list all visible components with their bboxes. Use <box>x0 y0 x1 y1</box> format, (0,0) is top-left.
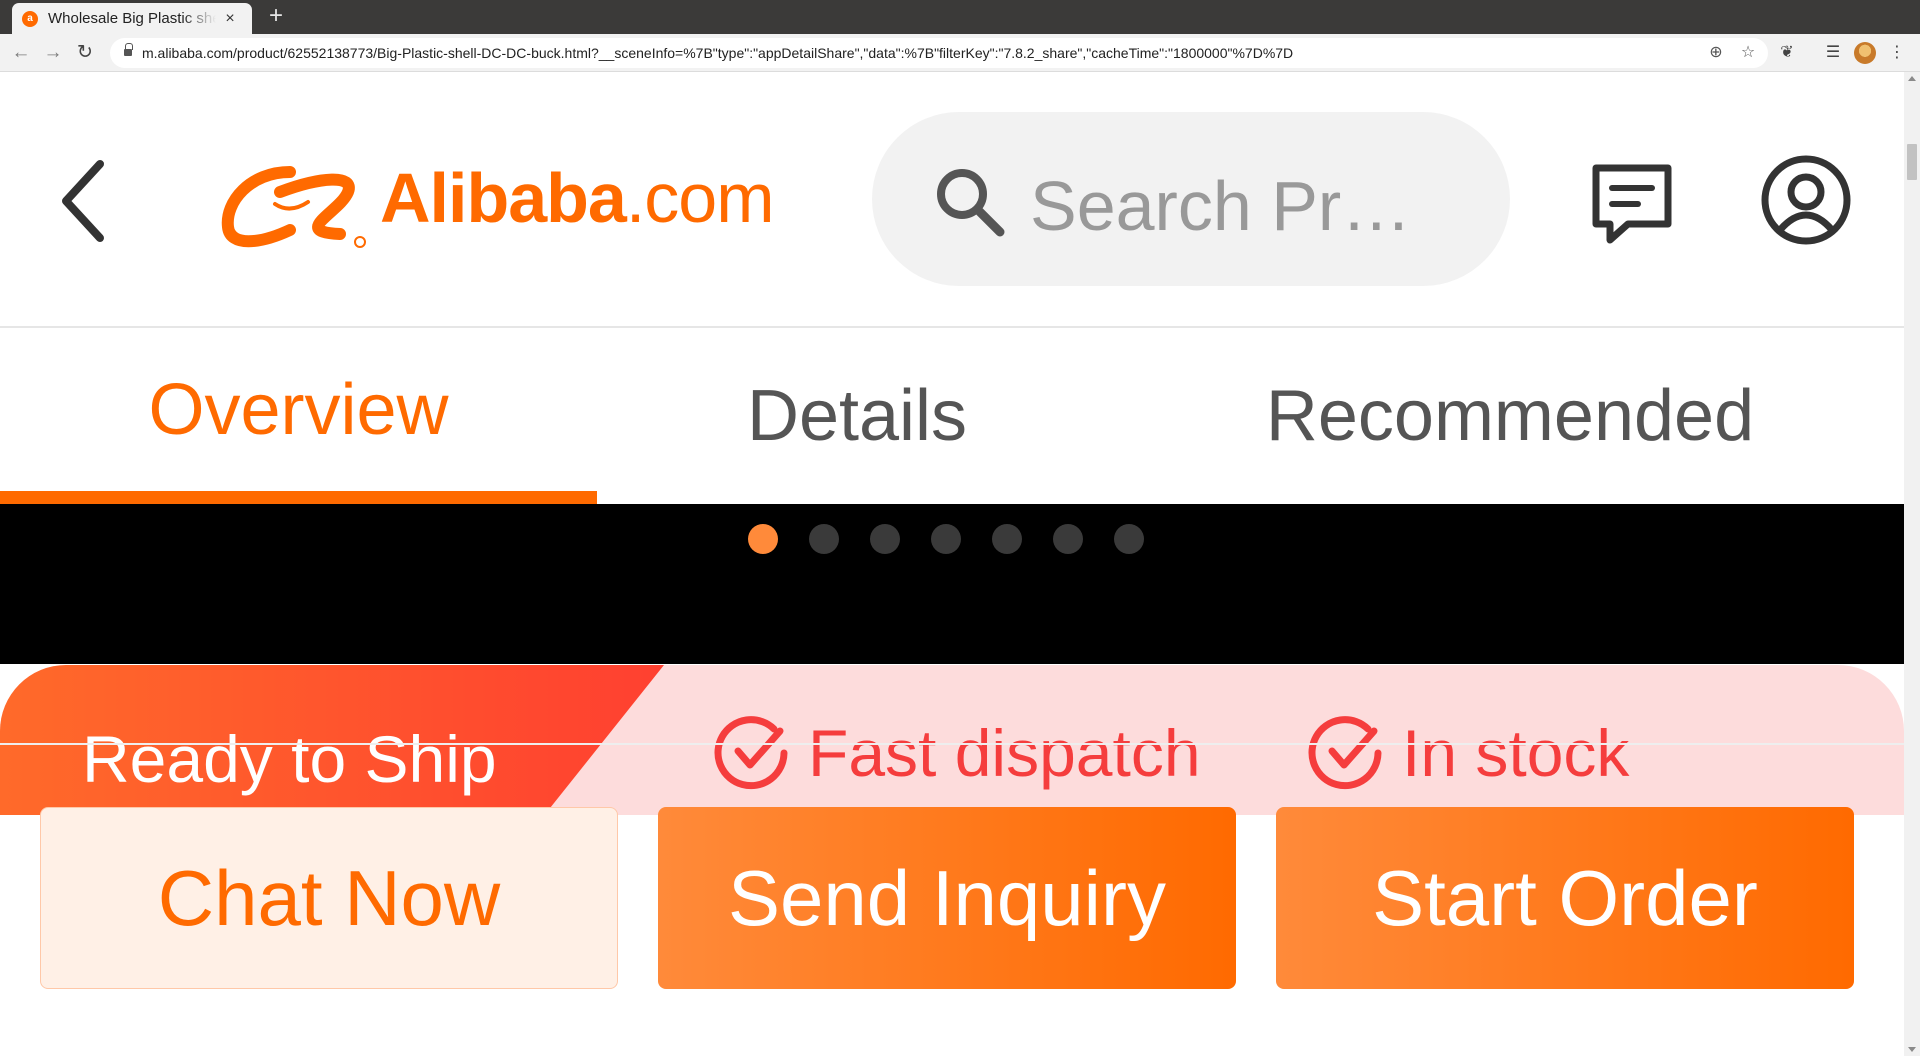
chat-now-button[interactable]: Chat Now <box>40 807 618 989</box>
browser-tab-bar: a Wholesale Big Plastic shell DC-DC buck… <box>0 0 1920 34</box>
search-placeholder: Search Pr… <box>1030 167 1412 245</box>
forward-arrow-icon[interactable]: → <box>42 42 64 64</box>
carousel-dot[interactable] <box>748 524 778 554</box>
alibaba-wordmark: Alibaba.com <box>380 158 775 238</box>
profile-avatar[interactable] <box>1854 42 1876 64</box>
reading-list-icon[interactable]: ☰ <box>1822 42 1844 64</box>
feature-fast-dispatch: Fast dispatch <box>714 715 1201 791</box>
tab-recommended-label: Recommended <box>1265 376 1755 456</box>
browser-tab[interactable]: a Wholesale Big Plastic shell DC-DC buck… <box>12 3 252 34</box>
feature-label: Fast dispatch <box>808 716 1201 790</box>
carousel-dot[interactable] <box>1053 524 1083 554</box>
message-icon[interactable] <box>1588 162 1676 244</box>
logo-suffix-text: .com <box>625 159 775 237</box>
alibaba-logo-mark-icon <box>221 166 366 248</box>
carousel-dot[interactable] <box>992 524 1022 554</box>
product-tabs: Overview Details Recommended <box>0 328 1904 504</box>
carousel-pagination <box>748 524 1175 554</box>
carousel-dot[interactable] <box>870 524 900 554</box>
browser-toolbar: ← → ↻ m.alibaba.com/product/62552138773/… <box>0 34 1920 72</box>
check-circle-icon <box>1308 716 1382 790</box>
tab-overview-label: Overview <box>148 370 449 450</box>
carousel-dot[interactable] <box>809 524 839 554</box>
ready-to-ship-banner: Ready to Ship Fast dispatch In stock <box>0 665 1904 815</box>
address-url[interactable]: m.alibaba.com/product/62552138773/Big-Pl… <box>142 45 1293 61</box>
reload-icon[interactable]: ↻ <box>74 42 96 64</box>
tab-recommended[interactable]: Recommended <box>1200 328 1820 504</box>
active-tab-indicator <box>0 491 597 504</box>
start-order-button[interactable]: Start Order <box>1276 807 1854 989</box>
close-tab-icon[interactable]: × <box>222 10 238 28</box>
site-header: Alibaba.com Search Pr… <box>0 72 1904 328</box>
scrollbar-thumb[interactable] <box>1907 144 1917 180</box>
scroll-down-arrow-icon[interactable] <box>1908 1047 1916 1052</box>
carousel-dot[interactable] <box>931 524 961 554</box>
carousel-dot[interactable] <box>1114 524 1144 554</box>
image-carousel[interactable] <box>0 504 1904 664</box>
tab-overview[interactable]: Overview <box>0 328 597 504</box>
extension-icon[interactable]: ❦ <box>1776 42 1798 64</box>
browser-tab-title: Wholesale Big Plastic shell DC-DC buck <box>48 10 216 27</box>
user-account-icon[interactable] <box>1760 154 1852 246</box>
logo-brand-text: Alibaba <box>380 159 627 237</box>
ready-to-ship-title: Ready to Ship <box>82 722 497 796</box>
search-input[interactable]: Search Pr… <box>872 112 1510 286</box>
alibaba-favicon-icon: a <box>22 10 38 27</box>
bookmark-star-icon[interactable]: ☆ <box>1738 43 1758 63</box>
page-viewport: Alibaba.com Search Pr… Overview Details <box>0 72 1904 1056</box>
divider <box>0 743 1904 745</box>
check-circle-icon <box>714 716 788 790</box>
tab-details-label: Details <box>746 376 968 456</box>
back-chevron-icon[interactable] <box>56 156 116 246</box>
tab-details[interactable]: Details <box>597 328 1117 504</box>
search-icon <box>937 169 1005 237</box>
browser-menu-icon[interactable]: ⋮ <box>1886 42 1908 64</box>
page-scrollbar[interactable] <box>1904 72 1920 1056</box>
back-arrow-icon[interactable]: ← <box>10 42 32 64</box>
send-inquiry-button[interactable]: Send Inquiry <box>658 807 1236 989</box>
feature-label: In stock <box>1402 716 1630 790</box>
alibaba-logo[interactable]: Alibaba.com <box>220 152 810 252</box>
lock-icon <box>124 43 133 57</box>
address-bar[interactable]: m.alibaba.com/product/62552138773/Big-Pl… <box>110 38 1768 68</box>
scroll-up-arrow-icon[interactable] <box>1908 76 1916 81</box>
feature-in-stock: In stock <box>1308 715 1629 791</box>
new-tab-button[interactable]: + <box>264 4 288 29</box>
install-app-icon[interactable]: ⊕ <box>1706 43 1726 63</box>
